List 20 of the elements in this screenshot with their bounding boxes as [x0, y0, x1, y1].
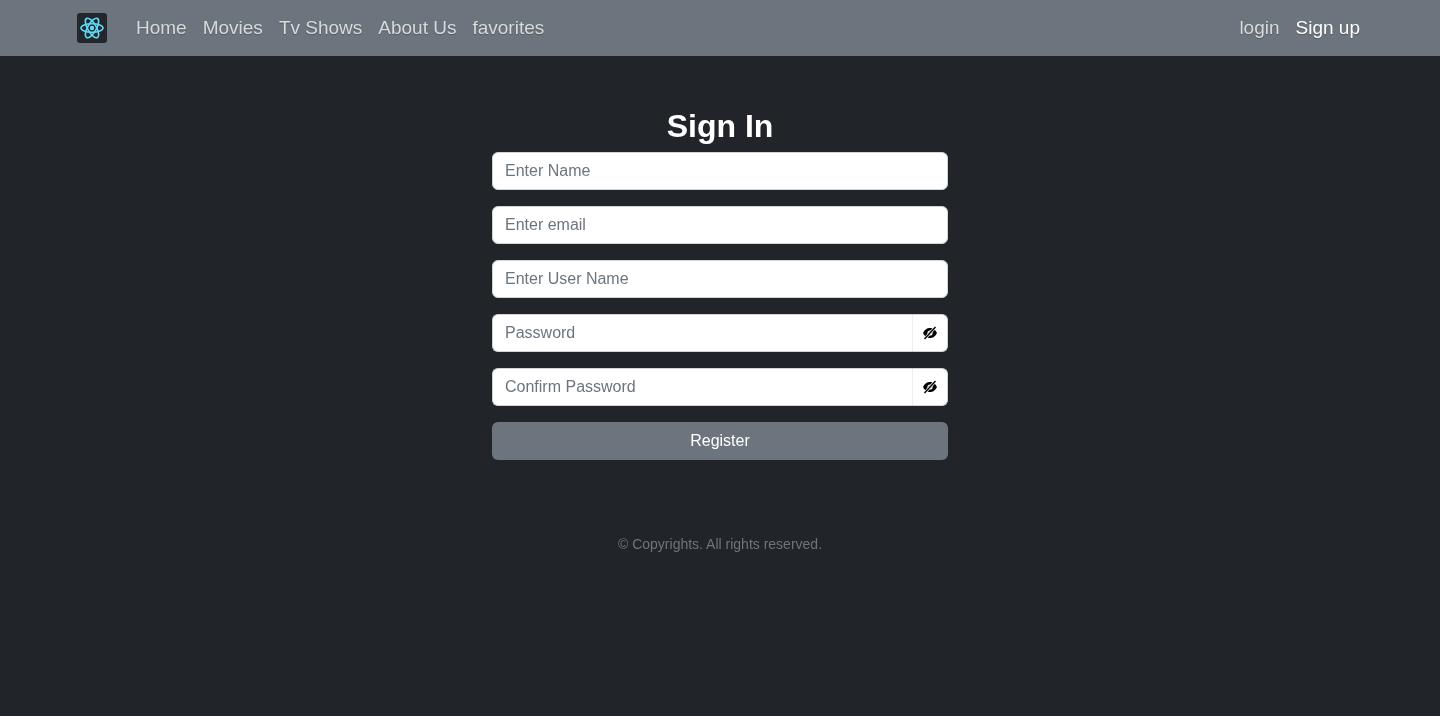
password-field[interactable]: Confirm Password — [492, 368, 912, 406]
nav-link[interactable]: Tv Shows — [278, 17, 363, 39]
atom-logo-icon[interactable] — [77, 13, 107, 43]
password-toggle-button[interactable] — [912, 368, 948, 406]
nav-link[interactable]: favorites — [472, 17, 545, 39]
nav-link[interactable]: Home — [136, 17, 187, 39]
nav-link[interactable]: About Us — [378, 17, 457, 39]
nav-link[interactable]: Sign up — [1295, 17, 1360, 39]
copyright-text: © Copyrights. All rights reserved. — [617, 536, 823, 552]
nav-link[interactable]: login — [1239, 17, 1280, 39]
register-button[interactable]: Register — [492, 422, 948, 460]
input-field[interactable]: Enter User Name — [492, 260, 948, 298]
input-field[interactable]: Enter Name — [492, 152, 948, 190]
eye-slash-icon — [922, 380, 938, 394]
form-title: Sign In — [666, 107, 774, 146]
nav-link[interactable]: Movies — [202, 17, 263, 39]
input-field[interactable]: Enter email — [492, 206, 948, 244]
password-toggle-button[interactable] — [912, 314, 948, 352]
eye-slash-icon — [922, 326, 938, 340]
password-field[interactable]: Password — [492, 314, 912, 352]
